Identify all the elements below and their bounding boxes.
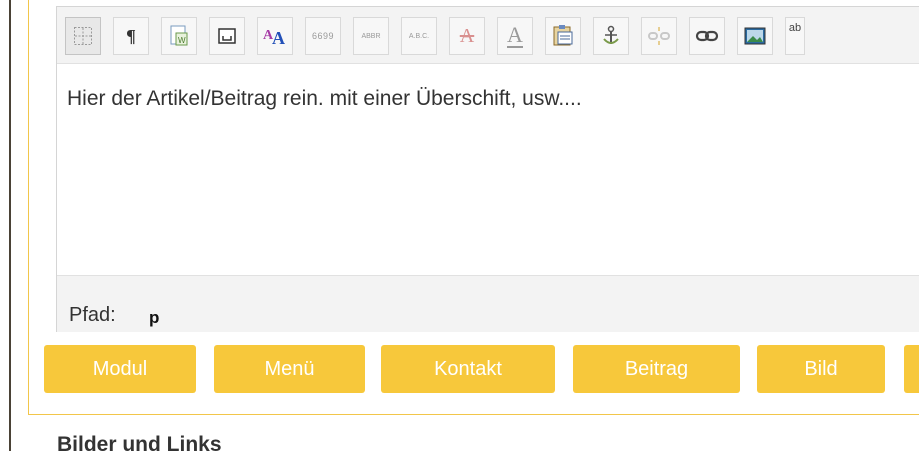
svg-text:A: A <box>272 28 285 47</box>
strikethrough-glyph: A <box>459 24 475 47</box>
wysiwyg-editor: ¶ W AA 6699 ABBR A.B.C. A A ab Hier der … <box>56 6 919 332</box>
text-color-glyph: A <box>507 22 523 48</box>
text-color-icon[interactable]: A <box>497 17 533 55</box>
special-char-icon[interactable]: ab <box>785 17 805 55</box>
image-icon[interactable] <box>737 17 773 55</box>
abbreviation-icon[interactable]: ABBR <box>353 17 389 55</box>
contact-button[interactable]: Kontakt <box>381 345 555 393</box>
acronym-icon[interactable]: A.B.C. <box>401 17 437 55</box>
editor-content-area[interactable]: Hier der Artikel/Beitrag rein. mit einer… <box>57 64 919 275</box>
unlink-icon[interactable] <box>641 17 677 55</box>
anchor-icon[interactable] <box>593 17 629 55</box>
page-left-rule <box>9 0 11 451</box>
path-label: Pfad: <box>69 304 116 326</box>
template-icon[interactable] <box>209 17 245 55</box>
editor-content-text[interactable]: Hier der Artikel/Beitrag rein. mit einer… <box>67 87 582 111</box>
quote-icon[interactable]: 6699 <box>305 17 341 55</box>
paste-from-word-icon[interactable]: W <box>161 17 197 55</box>
article-button[interactable]: Beitrag <box>573 345 740 393</box>
module-button[interactable]: Modul <box>44 345 196 393</box>
path-element[interactable]: p <box>149 308 159 328</box>
paragraph-icon[interactable]: ¶ <box>113 17 149 55</box>
section-heading: Bilder und Links <box>57 433 222 456</box>
clipboard-icon[interactable] <box>545 17 581 55</box>
editor-toolbar: ¶ W AA 6699 ABBR A.B.C. A A ab <box>57 7 919 64</box>
strikethrough-icon[interactable]: A <box>449 17 485 55</box>
overflow-button[interactable] <box>904 345 919 393</box>
font-size-icon[interactable]: AA <box>257 17 293 55</box>
table-grid-icon[interactable] <box>65 17 101 55</box>
editor-status-bar: Pfad: p <box>57 275 919 332</box>
image-button[interactable]: Bild <box>757 345 885 393</box>
link-icon[interactable] <box>689 17 725 55</box>
menu-button[interactable]: Menü <box>214 345 365 393</box>
svg-text:W: W <box>178 36 186 45</box>
